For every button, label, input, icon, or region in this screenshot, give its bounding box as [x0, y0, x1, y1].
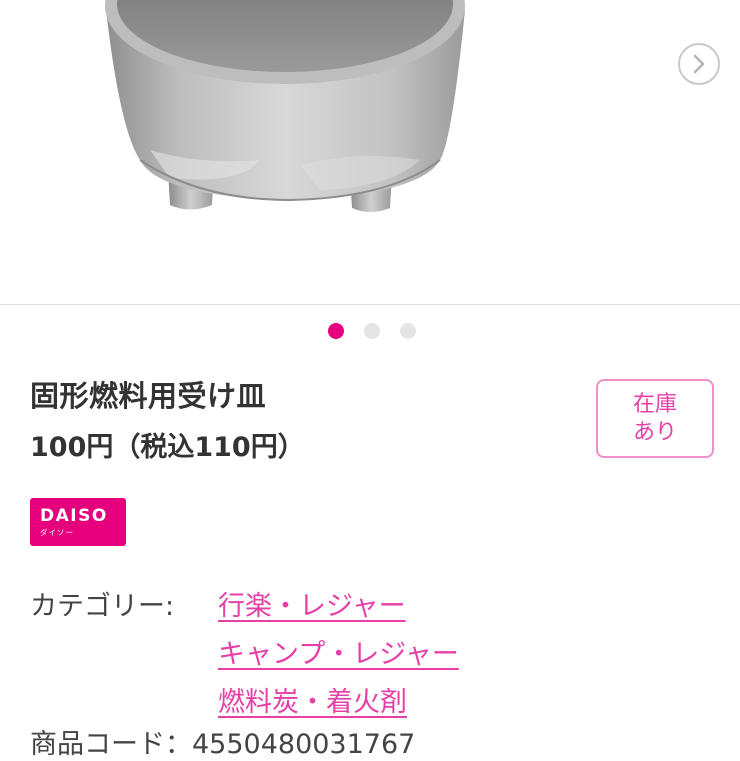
daiso-logo: DAISO ダイソー	[30, 498, 126, 546]
stock-status-line1: 在庫	[632, 391, 677, 417]
category-link-outdoor[interactable]: 行楽・レジャー	[218, 584, 406, 623]
category-label: カテゴリー:	[30, 591, 175, 622]
gallery-divider	[0, 304, 740, 305]
chevron-right-icon	[693, 54, 705, 74]
carousel-dot-1[interactable]	[328, 323, 344, 339]
product-code: 商品コード：4550480031767	[30, 729, 416, 760]
product-price: 100円（税込110円）	[30, 432, 305, 463]
stock-status-line2: あり	[632, 419, 677, 445]
product-image[interactable]	[0, 0, 740, 305]
category-link-fuel[interactable]: 燃料炭・着火剤	[218, 680, 407, 719]
stock-status-badge: 在庫 あり	[596, 379, 714, 458]
brand-logo-subtext: ダイソー	[40, 528, 74, 537]
carousel-dot-3[interactable]	[400, 323, 416, 339]
category-link-camping[interactable]: キャンプ・レジャー	[218, 632, 459, 671]
carousel-dot-2[interactable]	[364, 323, 380, 339]
product-title: 固形燃料用受け皿	[30, 379, 267, 413]
next-image-button[interactable]	[678, 43, 720, 85]
product-image-gallery[interactable]	[0, 0, 740, 305]
brand-logo-text: DAISO	[40, 506, 108, 526]
carousel-pagination	[0, 323, 740, 339]
